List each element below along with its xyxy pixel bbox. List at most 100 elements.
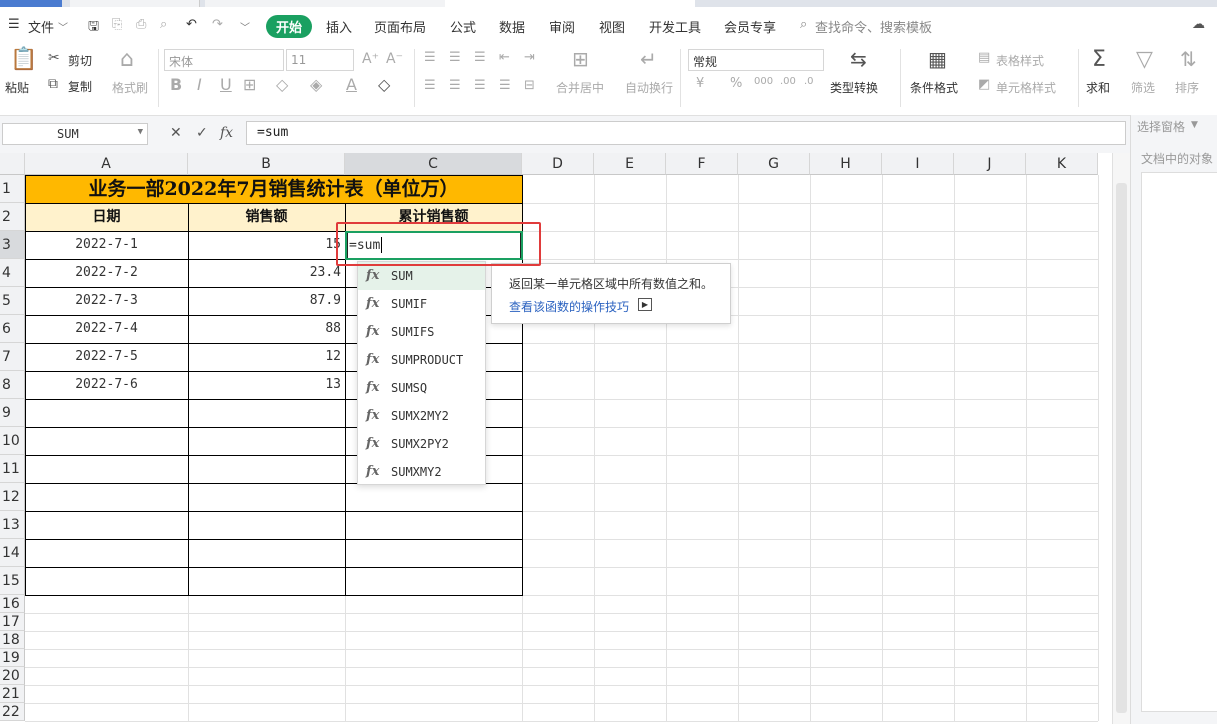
filter-icon[interactable]: ▽ <box>1136 49 1153 71</box>
save-icon[interactable]: 🖫 <box>88 17 99 39</box>
merge-center-button[interactable]: 合并居中 <box>556 79 604 96</box>
confirm-icon[interactable]: ✓ <box>196 125 208 141</box>
autocomplete-item-sumxmy2[interactable]: fx SUMXMY2 <box>358 458 485 486</box>
column-header-i[interactable]: I <box>882 153 954 175</box>
sales-cell[interactable]: 15 <box>188 231 343 259</box>
font-color-icon[interactable]: A <box>346 77 357 93</box>
date-cell[interactable]: 2022-7-4 <box>25 315 188 343</box>
sort-button[interactable]: 排序 <box>1175 79 1199 96</box>
sort-icon[interactable]: ⇅ <box>1180 49 1197 69</box>
row-header-13[interactable]: 13 <box>0 511 25 539</box>
sales-cell[interactable]: 23.4 <box>188 259 343 287</box>
decimal-increase-icon[interactable]: .00 <box>780 77 796 87</box>
chevron-down-icon[interactable]: ▼ <box>1191 120 1198 130</box>
tab-formulas[interactable]: 公式 <box>450 17 476 36</box>
date-cell[interactable]: 2022-7-3 <box>25 287 188 315</box>
command-search-input[interactable]: 查找命令、搜索模板 <box>815 17 932 36</box>
merge-center-icon[interactable]: ⊞ <box>572 49 589 69</box>
table-style-icon[interactable]: ▤ <box>978 51 990 64</box>
date-cell[interactable]: 2022-7-1 <box>25 231 188 259</box>
conditional-format-button[interactable]: 条件格式 <box>910 79 958 96</box>
document-tab[interactable] <box>205 0 445 7</box>
file-menu[interactable]: 文件 <box>28 17 54 36</box>
justify-icon[interactable]: ☰ <box>499 79 511 92</box>
fill-color-icon[interactable]: ◈ <box>310 77 322 93</box>
tab-insert[interactable]: 插入 <box>326 17 352 36</box>
decimal-decrease-icon[interactable]: .0 <box>804 77 814 87</box>
tab-developer[interactable]: 开发工具 <box>649 17 701 36</box>
print-icon[interactable]: ⎙ <box>136 17 146 32</box>
filter-button[interactable]: 筛选 <box>1131 79 1155 96</box>
video-play-icon[interactable]: ▶ <box>638 298 652 311</box>
row-header-15[interactable]: 15 <box>0 567 25 595</box>
percent-icon[interactable]: % <box>730 77 742 90</box>
underline-icon[interactable]: U <box>220 77 232 93</box>
cloud-icon[interactable]: ☁ <box>1192 17 1205 32</box>
row-header-2[interactable]: 2 <box>0 203 25 231</box>
row-header-6[interactable]: 6 <box>0 315 25 343</box>
row-header-20[interactable]: 20 <box>0 667 25 685</box>
cut-button[interactable]: 剪切 <box>68 52 92 69</box>
align-top-icon[interactable]: ☰ <box>424 51 436 64</box>
autocomplete-item-sumifs[interactable]: fx SUMIFS <box>358 318 485 346</box>
column-header-d[interactable]: D <box>522 153 594 175</box>
row-header-3[interactable]: 3 <box>0 231 25 259</box>
paste-button[interactable]: 粘贴 <box>5 79 29 96</box>
row-header-21[interactable]: 21 <box>0 685 25 703</box>
undo-icon[interactable]: ↶ <box>186 17 197 32</box>
autocomplete-item-sumx2py2[interactable]: fx SUMX2PY2 <box>358 430 485 458</box>
align-left-icon[interactable]: ☰ <box>424 79 436 92</box>
type-convert-button[interactable]: 类型转换 <box>830 79 878 96</box>
tab-data[interactable]: 数据 <box>499 17 525 36</box>
cancel-icon[interactable]: ✕ <box>170 125 182 141</box>
cell-style-button[interactable]: 单元格样式 <box>996 79 1056 96</box>
date-cell[interactable]: 2022-7-2 <box>25 259 188 287</box>
date-cell[interactable]: 2022-7-5 <box>25 343 188 371</box>
column-header-h[interactable]: H <box>810 153 882 175</box>
column-header-e[interactable]: E <box>594 153 666 175</box>
tab-member[interactable]: 会员专享 <box>724 17 776 36</box>
scissors-icon[interactable]: ✂ <box>48 51 60 65</box>
row-header-9[interactable]: 9 <box>0 399 25 427</box>
thousands-icon[interactable]: 000 <box>754 77 773 87</box>
format-painter-button[interactable]: 格式刷 <box>112 79 148 96</box>
sum-button[interactable]: 求和 <box>1086 79 1110 96</box>
autocomplete-item-sum[interactable]: fx SUM <box>358 262 485 290</box>
row-header-17[interactable]: 17 <box>0 613 25 631</box>
row-header-16[interactable]: 16 <box>0 595 25 613</box>
sales-cell[interactable]: 12 <box>188 343 343 371</box>
formula-input[interactable]: =sum <box>246 121 1126 145</box>
conditional-format-icon[interactable]: ▦ <box>928 49 947 69</box>
font-grow-icon[interactable]: A⁺ <box>362 52 379 66</box>
autocomplete-item-sumproduct[interactable]: fx SUMPRODUCT <box>358 346 485 374</box>
date-cell[interactable]: 2022-7-6 <box>25 371 188 399</box>
sales-cell[interactable]: 87.9 <box>188 287 343 315</box>
font-size-select[interactable]: 11 <box>286 49 354 71</box>
row-header-7[interactable]: 7 <box>0 343 25 371</box>
column-header-c[interactable]: C <box>345 153 522 175</box>
chevron-down-icon[interactable]: ▼ <box>138 127 143 137</box>
row-header-1[interactable]: 1 <box>0 175 25 203</box>
row-header-19[interactable]: 19 <box>0 649 25 667</box>
copy-button[interactable]: 复制 <box>68 78 92 95</box>
insert-function-button[interactable]: fx <box>220 125 233 141</box>
print-preview-icon[interactable]: ⌕ <box>160 17 167 32</box>
autocomplete-item-sumif[interactable]: fx SUMIF <box>358 290 485 318</box>
format-painter-icon[interactable]: ⌂ <box>120 49 134 71</box>
active-document-tab[interactable] <box>445 0 695 7</box>
tab-view[interactable]: 视图 <box>599 17 625 36</box>
scrollbar-thumb[interactable] <box>1116 183 1127 713</box>
align-middle-icon[interactable]: ☰ <box>449 51 461 64</box>
tab-review[interactable]: 审阅 <box>549 17 575 36</box>
distribute-icon[interactable]: ⊟ <box>524 79 535 92</box>
chevron-down-icon[interactable]: ﹀ <box>240 19 250 34</box>
vertical-scrollbar[interactable] <box>1112 153 1130 724</box>
autocomplete-item-sumx2my2[interactable]: fx SUMX2MY2 <box>358 402 485 430</box>
currency-icon[interactable]: ¥ <box>696 77 704 90</box>
row-header-8[interactable]: 8 <box>0 371 25 399</box>
row-header-22[interactable]: 22 <box>0 703 25 721</box>
row-header-10[interactable]: 10 <box>0 427 25 455</box>
border-icon[interactable]: ⊞ <box>243 77 256 93</box>
header-cell[interactable]: 销售额 <box>188 203 345 231</box>
row-header-11[interactable]: 11 <box>0 455 25 483</box>
